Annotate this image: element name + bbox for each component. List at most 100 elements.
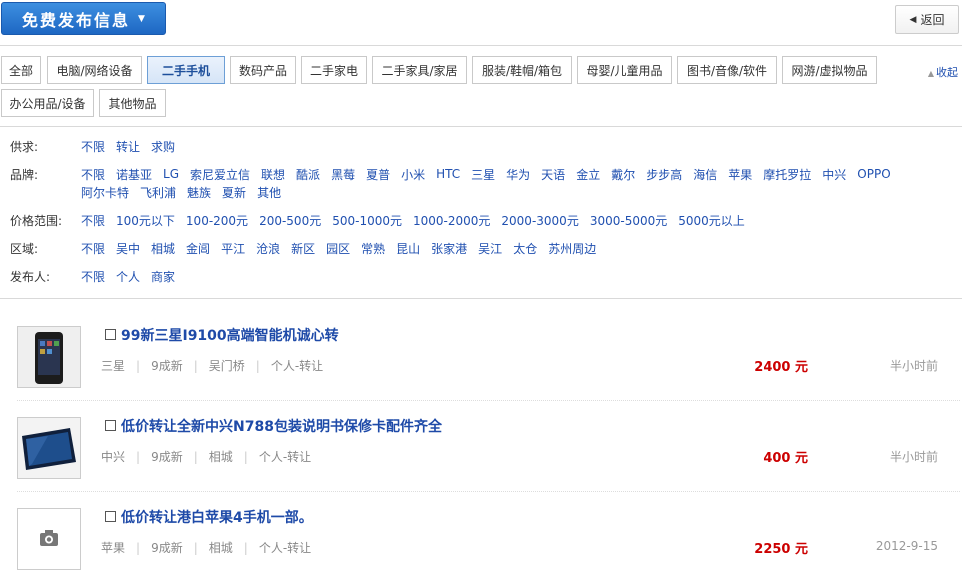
filter-option[interactable]: 转让 [116,138,140,155]
filter-option[interactable]: 金立 [576,166,600,183]
filter-option[interactable]: 其他 [257,184,281,201]
filter-option[interactable]: 求购 [151,138,175,155]
filter-option[interactable]: 联想 [261,166,285,183]
filter-option[interactable]: 常熟 [361,240,385,257]
filter-option[interactable]: 太仓 [513,240,537,257]
category-office[interactable]: 办公用品/设备 [1,89,94,117]
filter-option[interactable]: 飞利浦 [140,184,176,201]
listing-meta: 三星 | 9成新 | 吴门桥 | 个人-转让 [101,357,323,374]
publish-free-info-button[interactable]: 免费发布信息 ▼ [1,2,166,35]
filter-option[interactable]: 沧浪 [256,240,280,257]
filter-option[interactable]: 昆山 [396,240,420,257]
category-books[interactable]: 图书/音像/软件 [677,56,777,84]
listing-title[interactable]: 99新三星I9100高端智能机诚心转 [121,325,339,345]
filter-label: 供求: [10,139,39,154]
filter-option[interactable]: 三星 [471,166,495,183]
listing-item: 99新三星I9100高端智能机诚心转 三星 | 9成新 | 吴门桥 | 个人-转让 2… [17,310,960,401]
filter-option[interactable]: 天语 [541,166,565,183]
listing-item: 低价转让全新中兴N788包装说明书保修卡配件齐全 中兴 | 9成新 | 相城 | 个人… [17,401,960,492]
listing-title[interactable]: 低价转让港白苹果4手机一部。 [121,507,313,527]
filter-option[interactable]: 吴中 [116,240,140,257]
filter-option[interactable]: 200-500元 [259,212,321,229]
phone-photo-icon [18,418,80,478]
caret-down-icon: ▼ [138,13,145,24]
collapse-toggle[interactable]: ▲ 收起 [928,64,958,80]
filter-option[interactable]: 苏州周边 [548,240,596,257]
filter-option[interactable]: 索尼爱立信 [190,166,250,183]
filter-option[interactable]: 小米 [401,166,425,183]
filter-option[interactable]: 平江 [221,240,245,257]
filter-option[interactable]: 黑莓 [331,166,355,183]
filter-option[interactable]: 5000元以上 [678,212,745,229]
filter-option[interactable]: OPPO [857,167,890,181]
category-games[interactable]: 网游/虚拟物品 [782,56,877,84]
listing-checkbox[interactable] [105,420,116,431]
listing-checkbox[interactable] [105,511,116,522]
filter-label: 发布人: [10,269,51,284]
filter-option[interactable]: 酷派 [296,166,320,183]
filter-option[interactable]: 不限 [81,212,105,229]
listing-meta: 中兴 | 9成新 | 相城 | 个人-转让 [101,448,311,465]
filter-option[interactable]: 诺基亚 [116,166,152,183]
category-all[interactable]: 全部 [1,56,41,84]
filter-option[interactable]: 不限 [81,268,105,285]
filter-option[interactable]: 新区 [291,240,315,257]
listing-checkbox[interactable] [105,329,116,340]
filter-option[interactable]: 相城 [151,240,175,257]
filter-label: 品牌: [10,167,39,182]
filter-option[interactable]: 阿尔卡特 [81,184,129,201]
filter-option[interactable]: 商家 [151,268,175,285]
category-baby[interactable]: 母婴/儿童用品 [577,56,672,84]
filter-option[interactable]: 个人 [116,268,140,285]
listing-thumbnail[interactable] [17,417,81,479]
filter-option[interactable]: 3000-5000元 [590,212,667,229]
filter-option[interactable]: 戴尔 [611,166,635,183]
filter-option[interactable]: 园区 [326,240,350,257]
listing-title[interactable]: 低价转让全新中兴N788包装说明书保修卡配件齐全 [121,416,442,436]
filter-option[interactable]: 吴江 [478,240,502,257]
category-clothing[interactable]: 服装/鞋帽/箱包 [472,56,572,84]
filter-option[interactable]: 不限 [81,138,105,155]
filter-option[interactable]: 100元以下 [116,212,175,229]
filter-option[interactable]: HTC [436,167,460,181]
filter-option[interactable]: 金阊 [186,240,210,257]
filter-option[interactable]: 苹果 [728,166,752,183]
filter-option[interactable]: 海信 [693,166,717,183]
listing-brand: 苹果 [101,541,126,555]
back-button[interactable]: ◀ 返回 [895,5,959,34]
divider: | [193,449,198,464]
filter-option[interactable]: LG [163,167,179,181]
filter-option[interactable]: 步步高 [646,166,682,183]
listing-time: 2012-9-15 [875,539,938,553]
filter-option[interactable]: 魅族 [187,184,211,201]
filter-option[interactable]: 2000-3000元 [501,212,578,229]
filter-option[interactable]: 不限 [81,240,105,257]
filter-option[interactable]: 夏新 [222,184,246,201]
filter-row-publisher: 发布人: 不限 个人 商家 [10,266,186,286]
category-appliances[interactable]: 二手家电 [301,56,367,84]
listing-location: 吴门桥 [208,359,245,373]
filter-label: 价格范围: [10,213,63,228]
filter-option[interactable]: 不限 [81,166,105,183]
back-arrow-icon: ◀ [909,14,917,25]
filter-option[interactable]: 华为 [506,166,530,183]
listing-thumbnail[interactable] [17,508,81,570]
filter-option[interactable]: 摩托罗拉 [763,166,811,183]
category-digital[interactable]: 数码产品 [230,56,296,84]
category-computer[interactable]: 电脑/网络设备 [47,56,142,84]
filter-option[interactable]: 中兴 [822,166,846,183]
triangle-up-icon: ▲ [927,69,934,78]
listing-thumbnail[interactable] [17,326,81,388]
category-furniture[interactable]: 二手家具/家居 [372,56,467,84]
filter-option[interactable]: 100-200元 [186,212,248,229]
listing-condition: 9成新 [151,541,183,555]
listing-type: 个人-转让 [270,359,324,373]
category-other[interactable]: 其他物品 [99,89,166,117]
filter-option[interactable]: 500-1000元 [332,212,402,229]
listing-location: 相城 [208,541,233,555]
filter-option[interactable]: 1000-2000元 [413,212,490,229]
filter-option[interactable]: 张家港 [431,240,467,257]
camera-icon [40,530,58,546]
filter-option[interactable]: 夏普 [366,166,390,183]
category-used-phones[interactable]: 二手手机 [147,56,225,84]
